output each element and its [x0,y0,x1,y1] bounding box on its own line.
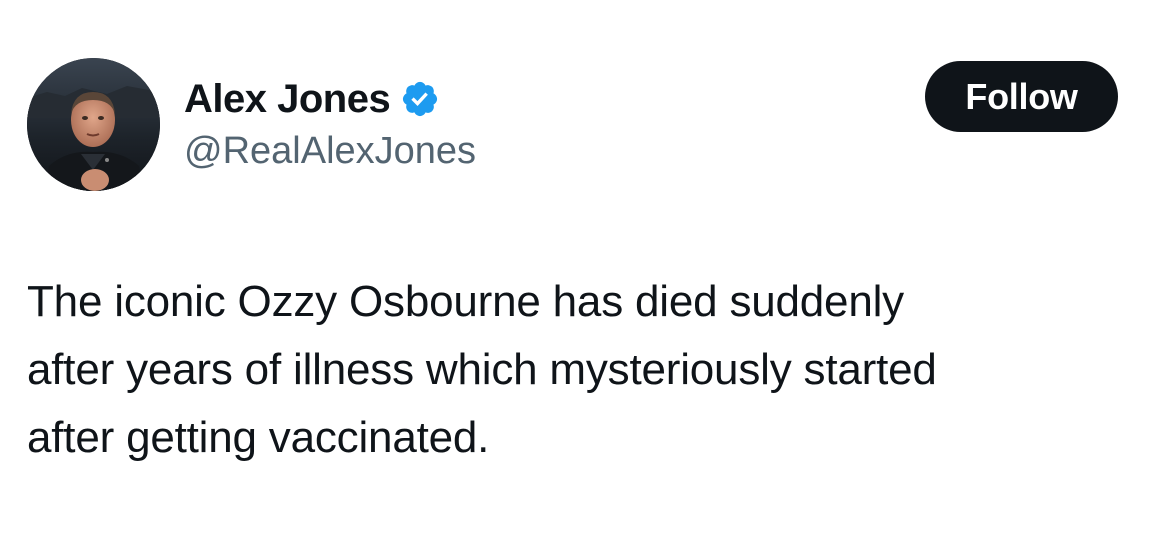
verified-badge-svg [403,81,438,117]
display-name[interactable]: Alex Jones [184,77,391,122]
name-row: Alex Jones [184,74,476,124]
tweet-text-line: after years of illness which mysteriousl… [27,345,937,394]
tweet-text-line: The iconic Ozzy Osbourne has died sudden… [27,277,904,326]
user-handle[interactable]: @RealAlexJones [184,130,476,173]
tweet-text-line: after getting vaccinated. [27,413,490,462]
avatar-photo-icon [27,58,160,191]
author-block: Alex Jones @RealAlexJones [184,74,476,173]
tweet-text: The iconic Ozzy Osbourne has died sudden… [27,268,1147,472]
avatar[interactable] [27,58,160,191]
verified-badge-icon[interactable] [400,79,440,119]
follow-button[interactable]: Follow [925,61,1118,132]
tweet-card: Alex Jones @RealAlexJones Follow The ico… [0,0,1170,538]
